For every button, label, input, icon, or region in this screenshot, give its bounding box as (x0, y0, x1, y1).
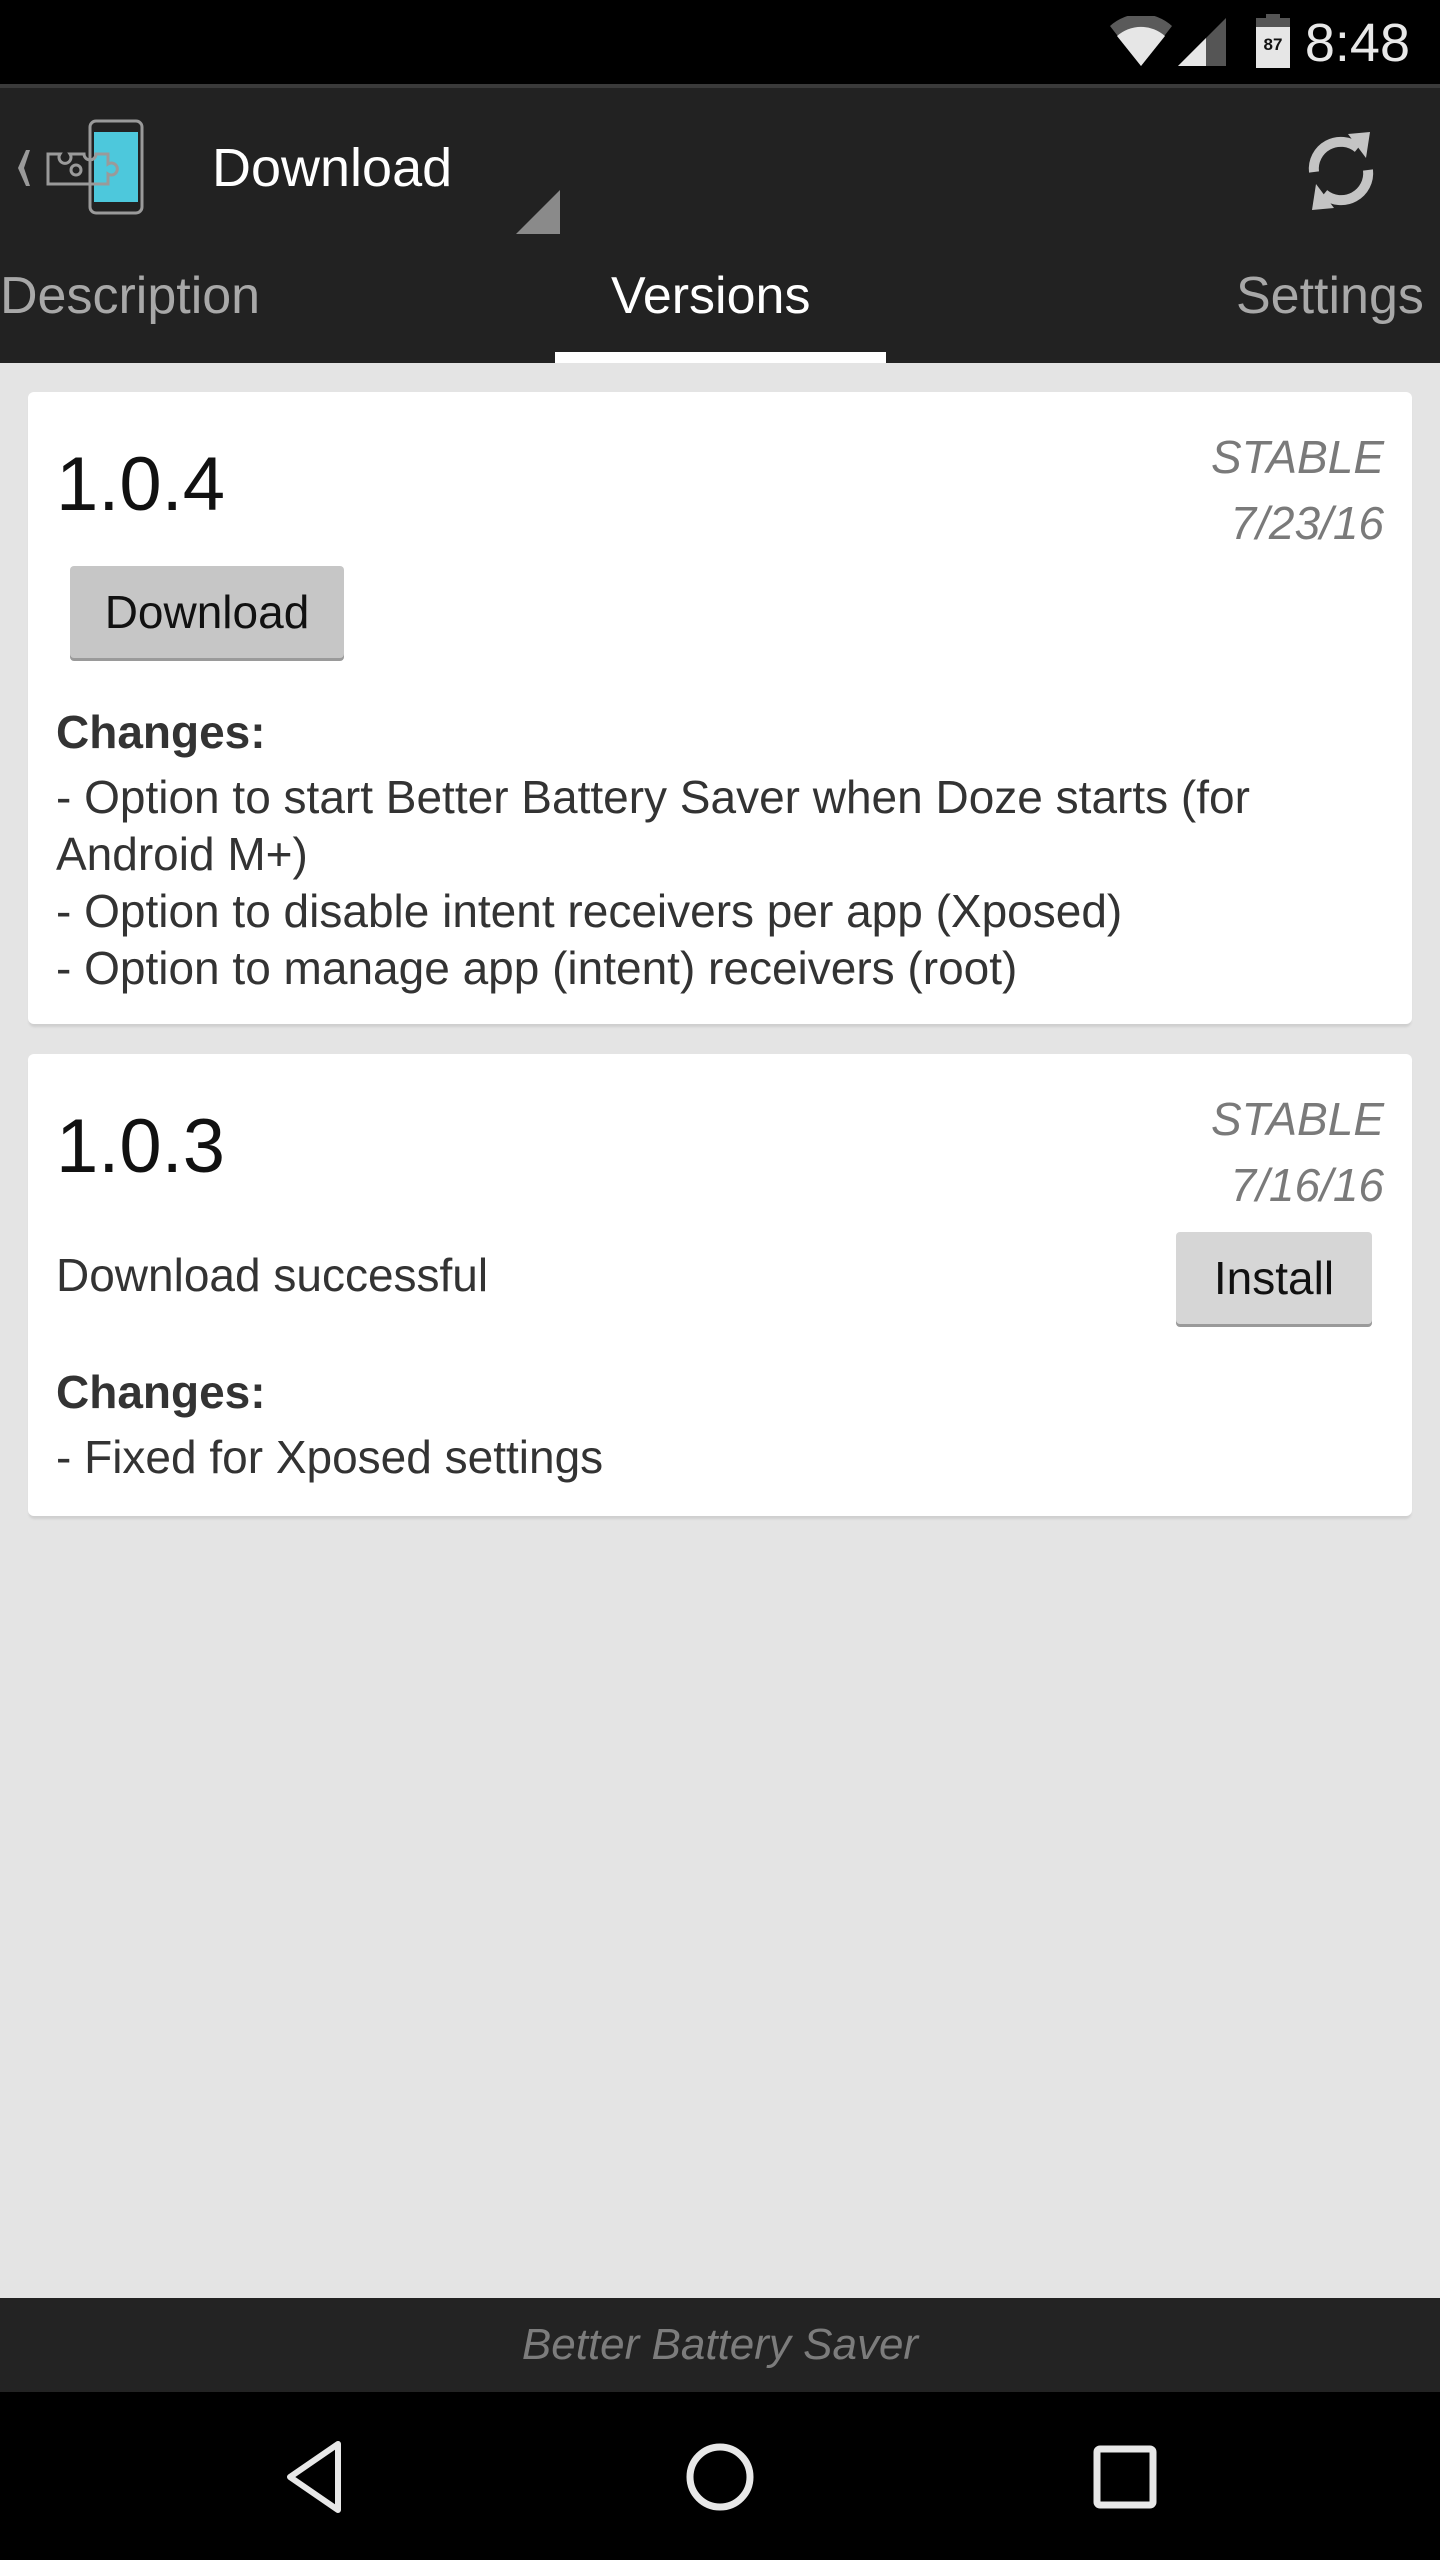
version-card: 1.0.3 STABLE 7/16/16 Download successful… (28, 1054, 1412, 1516)
navigation-bar (0, 2392, 1440, 2560)
status-bar: 87 8:48 (0, 0, 1440, 84)
release-channel: STABLE (1211, 1093, 1384, 1145)
xposed-installer-icon[interactable] (10, 118, 160, 218)
release-channel: STABLE (1211, 431, 1384, 483)
tab-description[interactable]: Description (0, 266, 260, 326)
active-tab-indicator (555, 352, 886, 363)
clock: 8:48 (1304, 13, 1410, 73)
version-card: 1.0.4 STABLE 7/23/16 Download Changes: -… (28, 392, 1412, 1024)
module-name: Better Battery Saver (521, 2320, 919, 2369)
changelog: Changes: - Fixed for Xposed settings (56, 1364, 1352, 1486)
home-icon[interactable] (675, 2432, 765, 2522)
tab-settings[interactable]: Settings (1236, 266, 1424, 326)
download-button[interactable]: Download (70, 566, 344, 658)
version-number: 1.0.3 (56, 1104, 226, 1189)
tab-versions[interactable]: Versions (611, 266, 810, 326)
changes-header: Changes: (56, 1366, 266, 1418)
release-date: 7/23/16 (1230, 497, 1384, 549)
version-number: 1.0.4 (56, 442, 226, 527)
cell-signal-icon (1178, 18, 1226, 66)
back-icon[interactable] (270, 2432, 360, 2522)
changes-header: Changes: (56, 706, 266, 758)
dropdown-indicator-icon[interactable] (516, 190, 560, 234)
install-button[interactable]: Install (1176, 1232, 1372, 1324)
tab-bar: Description Versions Settings (0, 244, 1440, 363)
refresh-icon[interactable] (1296, 126, 1386, 216)
version-meta: STABLE 7/16/16 (1211, 1086, 1384, 1218)
changelog: Changes: - Option to start Better Batter… (56, 704, 1352, 997)
download-status: Download successful (56, 1249, 489, 1301)
page-title[interactable]: Download (212, 128, 452, 208)
version-meta: STABLE 7/23/16 (1211, 424, 1384, 556)
change-item: - Option to disable intent receivers per… (56, 885, 1123, 937)
change-item: - Option to start Better Battery Saver w… (56, 771, 1250, 880)
change-item: - Fixed for Xposed settings (56, 1431, 604, 1483)
change-item: - Option to manage app (intent) receiver… (56, 942, 1018, 994)
module-footer: Better Battery Saver (0, 2298, 1440, 2392)
wifi-icon (1110, 16, 1172, 66)
action-bar: Download (0, 84, 1440, 244)
battery-icon: 87 (1256, 14, 1290, 68)
recents-icon[interactable] (1080, 2432, 1170, 2522)
battery-level: 87 (1264, 35, 1283, 54)
release-date: 7/16/16 (1230, 1159, 1384, 1211)
